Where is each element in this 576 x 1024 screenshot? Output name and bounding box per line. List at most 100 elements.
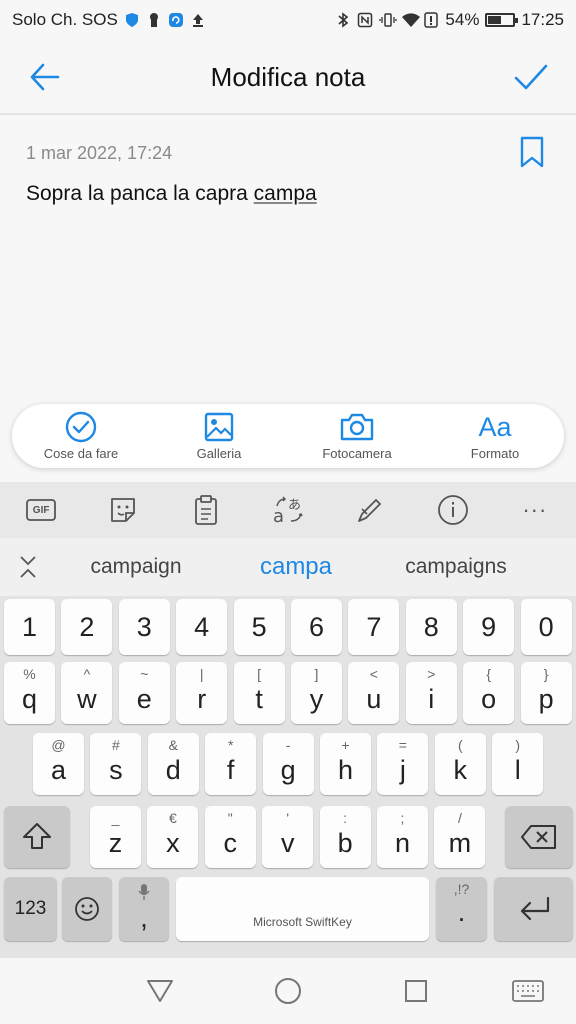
shift-key[interactable] bbox=[4, 806, 70, 868]
key-d[interactable]: & d bbox=[147, 733, 199, 795]
text-format-icon: Aa bbox=[478, 411, 512, 442]
key-secondary-label: ] bbox=[314, 666, 319, 682]
key-4[interactable]: 4 bbox=[176, 599, 228, 655]
format-button[interactable]: Aa Formato bbox=[426, 404, 564, 468]
key-secondary-label: - bbox=[285, 737, 291, 753]
period-key[interactable]: ,!?. bbox=[436, 877, 487, 941]
suggestion-right[interactable]: campaigns bbox=[376, 555, 536, 579]
key-j[interactable]: = j bbox=[377, 733, 429, 795]
key-secondary-label: ' bbox=[286, 810, 290, 826]
key-0[interactable]: 0 bbox=[520, 599, 572, 655]
key-5[interactable]: 5 bbox=[233, 599, 285, 655]
collapse-button[interactable] bbox=[0, 538, 56, 596]
key-label: q bbox=[21, 684, 38, 714]
key-m[interactable]: / m bbox=[434, 806, 486, 868]
key-1[interactable]: 1 bbox=[4, 599, 55, 655]
nav-back-button[interactable] bbox=[130, 961, 190, 1021]
comma-key[interactable]: , bbox=[119, 877, 169, 941]
key-secondary-label: : bbox=[343, 810, 348, 826]
key-label: 1 bbox=[21, 612, 38, 642]
key-8[interactable]: 8 bbox=[405, 599, 457, 655]
key-2[interactable]: 2 bbox=[61, 599, 113, 655]
key-secondary-label: > bbox=[427, 666, 436, 682]
key-w[interactable]: ^ w bbox=[61, 662, 113, 724]
key-x[interactable]: € x bbox=[147, 806, 199, 868]
key-b[interactable]: :b bbox=[319, 806, 371, 868]
note-text: Sopra la panca la capra bbox=[26, 182, 254, 205]
key-label: k bbox=[453, 755, 468, 785]
key-k[interactable]: (k bbox=[434, 733, 486, 795]
triangle-back-icon bbox=[147, 980, 173, 1002]
upload-icon bbox=[190, 12, 206, 28]
clipboard-button[interactable] bbox=[165, 482, 247, 538]
info-button[interactable] bbox=[411, 482, 493, 538]
key-z[interactable]: _ z bbox=[90, 806, 141, 868]
key-secondary-label: & bbox=[168, 737, 178, 753]
key-secondary-label: # bbox=[111, 737, 120, 753]
key-label: r bbox=[197, 684, 207, 714]
key-secondary-label: ,!? bbox=[453, 881, 470, 897]
camera-button[interactable]: Fotocamera bbox=[288, 404, 426, 468]
key-t[interactable]: [t bbox=[233, 662, 285, 724]
key-g[interactable]: -g bbox=[262, 733, 314, 795]
clipboard-icon bbox=[194, 495, 217, 525]
key-secondary-label: < bbox=[369, 666, 378, 682]
key-7[interactable]: 7 bbox=[348, 599, 400, 655]
keyhole-icon bbox=[146, 12, 162, 28]
info-icon bbox=[437, 495, 468, 525]
key-label: z bbox=[108, 828, 123, 858]
bookmark-button[interactable] bbox=[517, 135, 547, 169]
backspace-key[interactable] bbox=[505, 806, 573, 868]
enter-key[interactable] bbox=[494, 877, 573, 941]
nav-keyboard-button[interactable] bbox=[498, 961, 558, 1021]
gallery-button[interactable]: Galleria bbox=[150, 404, 288, 468]
svg-text:a: a bbox=[273, 506, 284, 526]
key-f[interactable]: * f bbox=[205, 733, 257, 795]
key-label: p bbox=[538, 684, 554, 714]
key-secondary-label: % bbox=[23, 666, 36, 682]
gif-button[interactable]: GIF bbox=[0, 482, 82, 538]
key-3[interactable]: 3 bbox=[118, 599, 170, 655]
emoji-key[interactable] bbox=[62, 877, 112, 941]
nav-recents-button[interactable] bbox=[386, 961, 446, 1021]
navigation-bar bbox=[0, 958, 576, 1024]
nav-home-button[interactable] bbox=[258, 961, 318, 1021]
key-6[interactable]: 6 bbox=[291, 599, 342, 655]
key-h[interactable]: + h bbox=[320, 733, 371, 795]
key-secondary-label: ~ bbox=[140, 666, 149, 682]
key-l[interactable]: ) l bbox=[492, 733, 544, 795]
backspace-icon bbox=[521, 825, 556, 849]
suggestion-left[interactable]: campaign bbox=[56, 555, 216, 579]
key-label: v bbox=[280, 828, 295, 858]
save-button[interactable] bbox=[486, 40, 576, 114]
key-9[interactable]: 9 bbox=[463, 599, 515, 655]
note-body[interactable]: Sopra la panca la capra campa bbox=[26, 182, 317, 206]
key-p[interactable]: } p bbox=[520, 662, 572, 724]
sticker-button[interactable] bbox=[82, 482, 164, 538]
key-label: x bbox=[166, 828, 180, 858]
key-v[interactable]: ' v bbox=[262, 806, 314, 868]
key-i[interactable]: > i bbox=[405, 662, 457, 724]
key-label: e bbox=[136, 684, 152, 714]
key-r[interactable]: | r bbox=[176, 662, 228, 724]
suggestion-center[interactable]: campa bbox=[216, 553, 376, 581]
key-y[interactable]: ] y bbox=[291, 662, 342, 724]
space-key[interactable]: Microsoft SwiftKey bbox=[176, 877, 429, 941]
key-a[interactable]: @ a bbox=[33, 733, 84, 795]
translate-button[interactable]: aあ bbox=[247, 482, 329, 538]
key-e[interactable]: ~ e bbox=[118, 662, 170, 724]
key-o[interactable]: {o bbox=[463, 662, 515, 724]
more-button[interactable]: ··· bbox=[494, 482, 576, 538]
key-u[interactable]: < u bbox=[348, 662, 400, 724]
key-secondary-label: * bbox=[227, 737, 234, 753]
numbers-key[interactable]: 123 bbox=[4, 877, 57, 941]
wifi-icon bbox=[401, 12, 421, 28]
app-bar: Modifica nota bbox=[0, 40, 576, 114]
key-c[interactable]: " c bbox=[204, 806, 256, 868]
todo-button[interactable]: Cose da fare bbox=[12, 404, 150, 468]
key-s[interactable]: # s bbox=[90, 733, 142, 795]
back-button[interactable] bbox=[0, 40, 90, 114]
pen-button[interactable] bbox=[329, 482, 411, 538]
key-q[interactable]: % q bbox=[4, 662, 55, 724]
key-n[interactable]: ; n bbox=[377, 806, 428, 868]
